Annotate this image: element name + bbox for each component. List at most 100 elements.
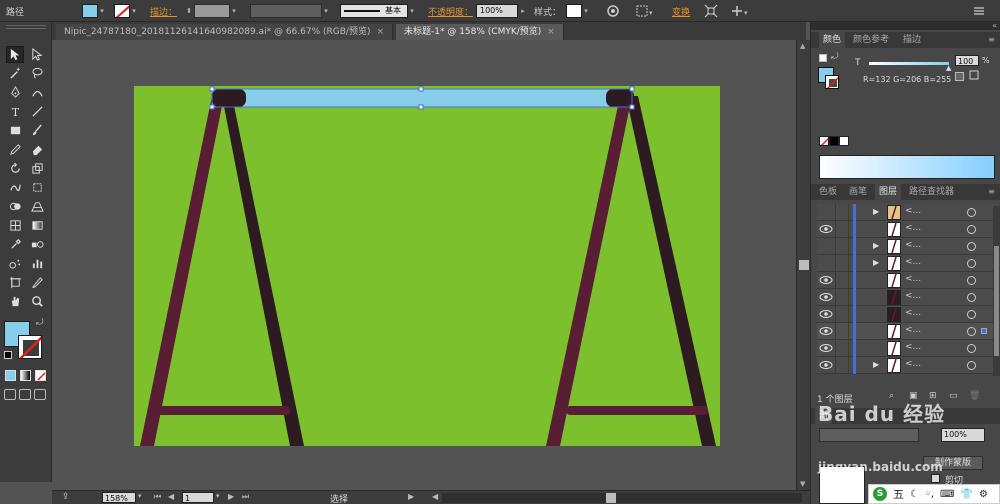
- ime-moon-icon[interactable]: ☾: [910, 489, 919, 500]
- ime-logo-icon[interactable]: S: [873, 487, 887, 501]
- lock-toggle[interactable]: [835, 238, 849, 255]
- ime-wubi-icon[interactable]: 五: [893, 486, 904, 502]
- lock-toggle[interactable]: [835, 306, 849, 323]
- layer-row[interactable]: ▶ <...: [817, 357, 997, 374]
- layer-name[interactable]: <...: [905, 274, 921, 284]
- target-icon[interactable]: [967, 327, 976, 336]
- lock-toggle[interactable]: [835, 204, 849, 221]
- layer-row[interactable]: ▶ <...: [817, 204, 997, 221]
- panel-menu-icon[interactable]: ≡: [988, 35, 995, 44]
- white-swatch[interactable]: [839, 136, 849, 146]
- transparency-opacity-field[interactable]: 100%: [941, 428, 985, 442]
- scroll-thumb[interactable]: [606, 493, 616, 503]
- vertical-scrollbar[interactable]: ▲ ▼: [796, 40, 810, 492]
- expand-arrow-icon[interactable]: ▶: [873, 258, 879, 267]
- lock-toggle[interactable]: [835, 272, 849, 289]
- visibility-toggle[interactable]: [819, 292, 833, 302]
- visibility-toggle[interactable]: [819, 309, 833, 319]
- new-layer-icon[interactable]: ▭: [949, 391, 958, 401]
- visibility-toggle[interactable]: [819, 207, 833, 217]
- tab-layers[interactable]: 图层: [875, 184, 902, 200]
- blend-mode-select[interactable]: [819, 428, 919, 442]
- target-icon[interactable]: [967, 242, 976, 251]
- tab-color[interactable]: 颜色: [819, 32, 846, 48]
- share-icon[interactable]: ⇪: [62, 492, 70, 502]
- black-swatch[interactable]: [829, 136, 839, 146]
- target-icon[interactable]: [967, 259, 976, 268]
- visibility-toggle[interactable]: [819, 258, 833, 268]
- layer-name[interactable]: <...: [905, 291, 921, 301]
- chevron-down-icon[interactable]: ▾: [138, 492, 142, 500]
- target-icon[interactable]: [967, 361, 976, 370]
- slider-handle-icon[interactable]: ▲: [946, 64, 951, 72]
- layer-name[interactable]: <...: [905, 308, 921, 318]
- tab-swatches[interactable]: 色板: [815, 184, 841, 200]
- layer-name[interactable]: <...: [905, 257, 921, 267]
- visibility-toggle[interactable]: [819, 224, 833, 234]
- web-safe-icon[interactable]: [969, 70, 979, 80]
- next-artboard-icon[interactable]: ▶: [228, 492, 234, 501]
- ime-punct-icon[interactable]: ◦,: [925, 489, 934, 500]
- tab-stroke[interactable]: 描边: [899, 32, 925, 48]
- layers-scrollbar[interactable]: [993, 206, 1000, 376]
- scroll-thumb[interactable]: [799, 260, 809, 270]
- layer-row[interactable]: <...: [817, 289, 997, 306]
- lock-toggle[interactable]: [835, 255, 849, 272]
- lock-toggle[interactable]: [835, 357, 849, 374]
- visibility-toggle[interactable]: [819, 343, 833, 353]
- chevron-down-icon[interactable]: ▾: [216, 492, 220, 500]
- scroll-thumb[interactable]: [994, 246, 999, 356]
- horizontal-scrollbar[interactable]: [442, 493, 802, 503]
- scroll-left-icon[interactable]: ◀: [432, 492, 438, 501]
- target-icon[interactable]: [967, 276, 976, 285]
- swap-icon[interactable]: ⤾: [831, 52, 839, 62]
- panel-dock-header[interactable]: «: [811, 21, 1000, 30]
- layer-row[interactable]: ▶ <...: [817, 238, 997, 255]
- layer-row[interactable]: <...: [817, 323, 997, 340]
- tab-pathfinder[interactable]: 路径查找器: [905, 184, 958, 200]
- layer-name[interactable]: <...: [905, 206, 921, 216]
- artboard-number-field[interactable]: 1: [182, 492, 214, 503]
- layer-row[interactable]: <...: [817, 272, 997, 289]
- color-spectrum[interactable]: [819, 155, 995, 179]
- clip-checkbox[interactable]: [931, 474, 940, 483]
- zoom-field[interactable]: 158%: [102, 492, 136, 503]
- previous-artboard-icon[interactable]: ◀: [168, 492, 174, 501]
- last-artboard-icon[interactable]: ⏭: [242, 492, 249, 502]
- ime-toolbar[interactable]: S 五 ☾ ◦, ⌨ 👕 ⚙: [868, 484, 1000, 504]
- layer-name[interactable]: <...: [905, 240, 921, 250]
- tab-color-guide[interactable]: 颜色参考: [849, 32, 893, 48]
- status-menu-icon[interactable]: ▶: [408, 492, 414, 501]
- layer-name[interactable]: <...: [905, 359, 921, 369]
- ime-skin-icon[interactable]: 👕: [960, 489, 972, 500]
- expand-arrow-icon[interactable]: ▶: [873, 360, 879, 369]
- layer-row[interactable]: <...: [817, 340, 997, 357]
- layer-row[interactable]: <...: [817, 221, 997, 238]
- default-colors-icon[interactable]: [819, 54, 827, 62]
- expand-arrow-icon[interactable]: ▶: [873, 207, 879, 216]
- none-color-swatch[interactable]: [819, 136, 829, 146]
- lock-toggle[interactable]: [835, 221, 849, 238]
- visibility-toggle[interactable]: [819, 326, 833, 336]
- layer-name[interactable]: <...: [905, 342, 921, 352]
- target-icon[interactable]: [967, 344, 976, 353]
- target-icon[interactable]: [967, 225, 976, 234]
- lock-toggle[interactable]: [835, 340, 849, 357]
- visibility-toggle[interactable]: [819, 241, 833, 251]
- ime-keyboard-icon[interactable]: ⌨: [940, 489, 954, 500]
- ime-tools-icon[interactable]: ⚙: [979, 489, 988, 500]
- visibility-toggle[interactable]: [819, 360, 833, 370]
- target-icon[interactable]: [967, 310, 976, 319]
- expand-arrow-icon[interactable]: ▶: [873, 241, 879, 250]
- visibility-toggle[interactable]: [819, 275, 833, 285]
- target-icon[interactable]: [967, 208, 976, 217]
- tint-value-field[interactable]: 100: [955, 55, 979, 66]
- layer-row[interactable]: ▶ <...: [817, 255, 997, 272]
- lock-toggle[interactable]: [835, 323, 849, 340]
- panel-menu-icon[interactable]: ≡: [988, 187, 995, 196]
- layer-name[interactable]: <...: [905, 325, 921, 335]
- tab-brushes[interactable]: 画笔: [845, 184, 871, 200]
- collapse-panels-icon[interactable]: «: [992, 21, 997, 30]
- scroll-down-icon[interactable]: ▼: [800, 480, 805, 488]
- lock-toggle[interactable]: [835, 289, 849, 306]
